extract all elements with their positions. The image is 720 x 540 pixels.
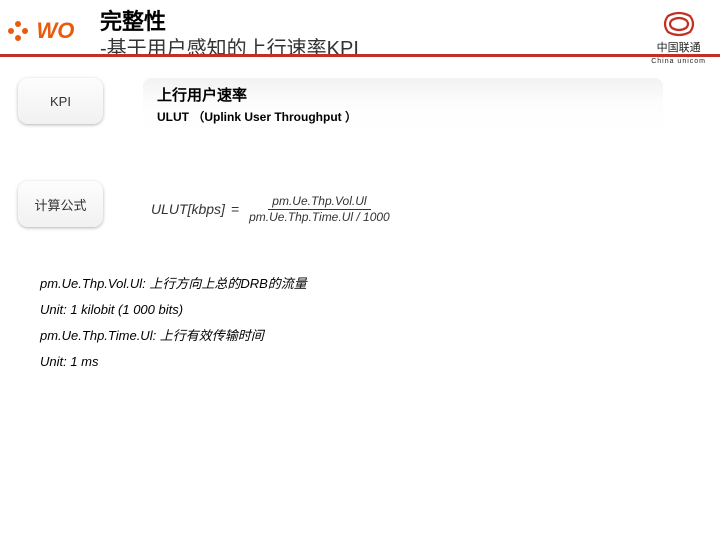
unicom-knot-icon	[658, 10, 700, 38]
formula-numerator: pm.Ue.Thp.Vol.Ul	[268, 194, 370, 209]
kpi-name-en: ULUT （Uplink User Throughput ）	[157, 108, 649, 125]
slide-header: WO 完整性 -基于用户感知的上行速率KPI 中国联通 China unicom	[0, 0, 720, 60]
unicom-name-cn: 中国联通	[651, 39, 706, 55]
formula-fraction: pm.Ue.Thp.Vol.Ul pm.Ue.Thp.Time.Ul / 100…	[245, 194, 394, 224]
def-line-1: pm.Ue.Thp.Vol.Ul: 上行方向上总的DRB的流量	[40, 271, 720, 297]
wo-flower-icon	[6, 19, 30, 43]
formula-row: 计算公式 ULUT[kbps] = pm.Ue.Thp.Vol.Ul pm.Ue…	[18, 181, 720, 237]
formula-lhs: ULUT[kbps]	[151, 201, 225, 217]
kpi-content: 上行用户速率 ULUT （Uplink User Throughput ）	[143, 78, 663, 135]
formula-label: 计算公式	[18, 181, 103, 227]
def-line-4: Unit: 1 ms	[40, 349, 720, 375]
wo-logo: WO	[6, 18, 86, 48]
formula-expression: ULUT[kbps] = pm.Ue.Thp.Vol.Ul pm.Ue.Thp.…	[151, 194, 394, 224]
def-line-3: pm.Ue.Thp.Time.Ul: 上行有效传输时间	[40, 323, 720, 349]
equals-sign: =	[231, 201, 239, 217]
header-divider	[0, 54, 720, 57]
definitions-block: pm.Ue.Thp.Vol.Ul: 上行方向上总的DRB的流量 Unit: 1 …	[40, 271, 720, 375]
unicom-name-en: China unicom	[651, 58, 706, 65]
kpi-row: KPI 上行用户速率 ULUT （Uplink User Throughput …	[18, 78, 720, 135]
china-unicom-logo: 中国联通 China unicom	[651, 10, 706, 65]
wo-logo-text: WO	[36, 18, 74, 44]
formula-denominator: pm.Ue.Thp.Time.Ul / 1000	[245, 210, 394, 224]
kpi-name-cn: 上行用户速率	[157, 84, 649, 105]
formula-content: ULUT[kbps] = pm.Ue.Thp.Vol.Ul pm.Ue.Thp.…	[143, 181, 663, 237]
kpi-label: KPI	[18, 78, 103, 124]
def-line-2: Unit: 1 kilobit (1 000 bits)	[40, 297, 720, 323]
